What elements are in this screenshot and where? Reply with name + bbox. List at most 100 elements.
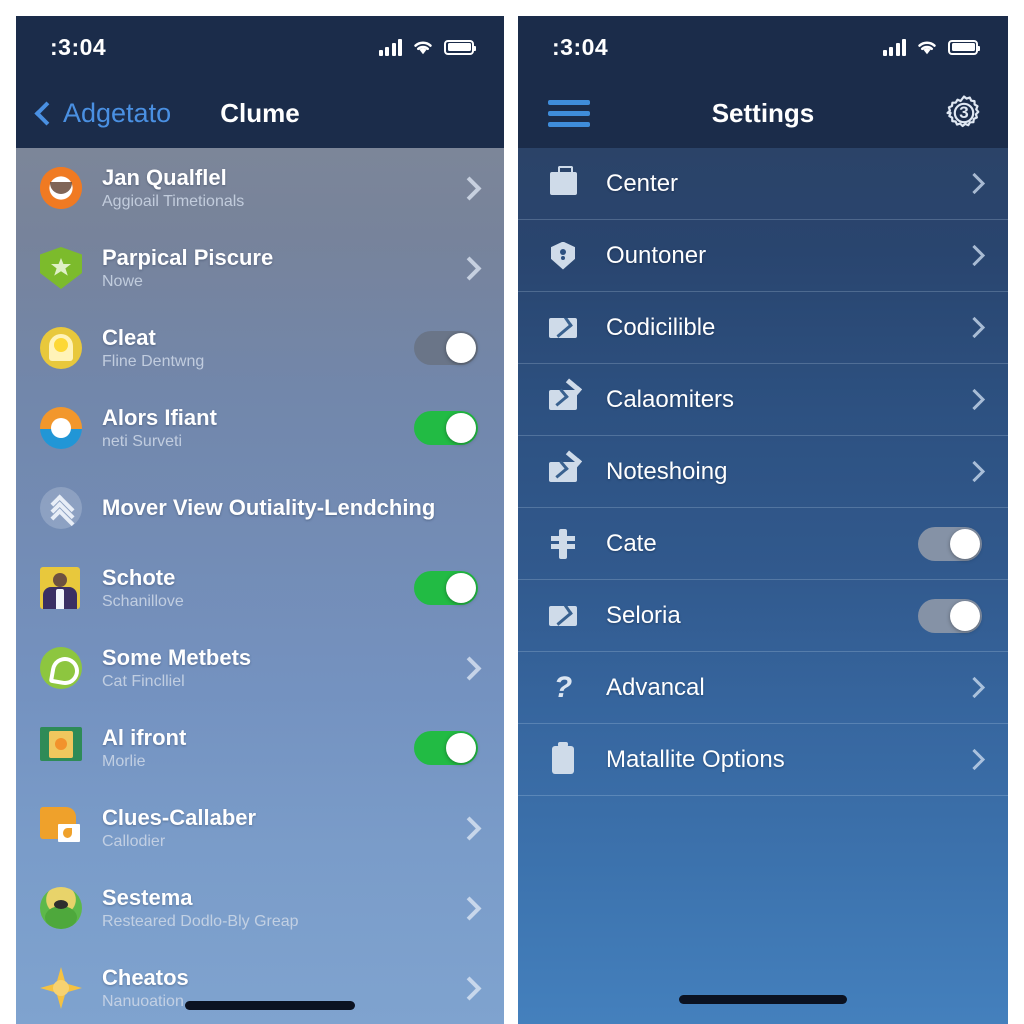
- chevron-right-icon: [963, 316, 986, 339]
- book-green-icon: [40, 727, 82, 769]
- list-item[interactable]: Cate: [518, 508, 1008, 580]
- left-status-bar: :3:04: [16, 16, 504, 78]
- chevron-right-icon: [457, 815, 482, 841]
- list-item[interactable]: Center: [518, 148, 1008, 220]
- list-item[interactable]: Noteshoing: [518, 436, 1008, 508]
- toggle-switch[interactable]: [918, 526, 982, 561]
- list-item[interactable]: Mover View Outiality-Lendching: [16, 468, 504, 548]
- right-list: Center Ountoner Codicilible Calaomiters: [518, 148, 1008, 1024]
- signal-icon: [378, 38, 402, 56]
- toggle-switch[interactable]: [414, 411, 478, 445]
- phone-green-icon: [40, 647, 82, 689]
- status-indicators: [882, 38, 980, 56]
- toggle-switch[interactable]: [918, 598, 982, 633]
- list-item[interactable]: Matallite Options: [518, 724, 1008, 796]
- list-item-title: Parpical Piscure: [102, 244, 274, 270]
- chevron-right-icon: [457, 175, 482, 201]
- right-status-bar: :3:04: [518, 16, 1008, 78]
- chevron-right-icon: [963, 388, 986, 411]
- list-item[interactable]: Calaomiters: [518, 364, 1008, 436]
- list-item-title: Mover View Outiality-Lendching: [102, 495, 436, 521]
- chevrons-up-icon: [40, 487, 82, 533]
- left-list: Jan Qualflel Aggioail Timetionals Parpic…: [16, 148, 504, 1024]
- list-item[interactable]: Cheatos Nanuoation: [16, 948, 504, 1024]
- list-item-subtitle: Cat Finclliel: [102, 672, 185, 690]
- list-item[interactable]: Cleat Fline Dentwng: [16, 308, 504, 388]
- gear-icon[interactable]: 3: [944, 93, 984, 133]
- home-indicator: [679, 995, 847, 1004]
- question-mark-icon: ?: [553, 670, 573, 704]
- list-item-text: Mover View Outiality-Lendching: [102, 495, 478, 520]
- key-icon: [548, 528, 578, 559]
- right-phone-screen: :3:04 Settings 3 Center Ountoner Codicil…: [518, 16, 1008, 1024]
- envelope-icon: [548, 601, 578, 631]
- list-item-label: Codicilible: [606, 313, 716, 341]
- list-item[interactable]: Al ifront Morlie: [16, 708, 504, 788]
- toggle-switch[interactable]: [414, 731, 478, 765]
- list-item-subtitle: Aggioail Timetionals: [102, 192, 245, 210]
- list-item[interactable]: Seloria: [518, 580, 1008, 652]
- list-item-title: Cleat: [102, 324, 156, 350]
- hamburger-icon[interactable]: [548, 99, 590, 127]
- list-item[interactable]: Jan Qualflel Aggioail Timetionals: [16, 148, 504, 228]
- status-indicators: [378, 38, 476, 56]
- list-item-title: Some Metbets: [102, 644, 252, 670]
- list-item[interactable]: Some Metbets Cat Finclliel: [16, 628, 504, 708]
- briefcase-icon: [548, 166, 578, 199]
- list-item-title: Cheatos: [102, 964, 189, 990]
- toggle-switch[interactable]: [414, 571, 478, 605]
- list-item-subtitle: Resteared Dodlo-Bly Greap: [102, 912, 299, 930]
- chevron-right-icon: [963, 244, 986, 267]
- list-item-text: Schote Schanillove: [102, 565, 402, 612]
- list-item-label: Center: [606, 169, 679, 197]
- list-item-subtitle: Schanillove: [102, 592, 184, 610]
- bug-green-icon: [40, 887, 82, 929]
- left-navbar: Adgetato Clume: [16, 78, 504, 148]
- right-navbar: Settings 3: [518, 78, 1008, 148]
- envelope-icon: [548, 313, 578, 343]
- list-item-text: Parpical Piscure Nowe: [102, 245, 449, 292]
- list-item-subtitle: Fline Dentwng: [102, 352, 205, 370]
- shield-lock-icon: [548, 241, 578, 271]
- battery-icon: [444, 39, 476, 55]
- list-item-title: Alors Ifiant: [102, 404, 217, 430]
- list-item[interactable]: Clues-Callaber Callodier: [16, 788, 504, 868]
- list-item-label: Calaomiters: [606, 385, 735, 413]
- back-button[interactable]: Adgetato: [34, 97, 172, 129]
- list-item-text: Clues-Callaber Callodier: [102, 805, 449, 852]
- status-time: :3:04: [552, 33, 609, 60]
- battery-icon: [948, 39, 980, 55]
- chevron-right-icon: [457, 255, 482, 281]
- left-phone-screen: :3:04 Adgetato Clume Jan Qualflel Aggioa…: [16, 16, 504, 1024]
- list-item-label: Matallite Options: [606, 745, 785, 773]
- envelope-check-icon: [548, 457, 578, 487]
- right-page-title: Settings: [711, 97, 815, 128]
- signal-icon: [882, 38, 906, 56]
- list-item-text: Some Metbets Cat Finclliel: [102, 645, 449, 692]
- home-indicator: [184, 1001, 355, 1010]
- list-item[interactable]: ? Advancal: [518, 652, 1008, 724]
- lamp-yellow-icon: [40, 327, 82, 369]
- screenshot-root: :3:04 Adgetato Clume Jan Qualflel Aggioa…: [0, 0, 1024, 1024]
- envelope-check-icon: [548, 385, 578, 415]
- chevron-left-icon: [34, 100, 59, 126]
- list-item-title: Clues-Callaber: [102, 804, 257, 830]
- list-item[interactable]: Schote Schanillove: [16, 548, 504, 628]
- list-item-title: Sestema: [102, 884, 193, 910]
- chevron-right-icon: [457, 655, 482, 681]
- chevron-right-icon: [963, 172, 986, 195]
- back-button-label: Adgetato: [63, 97, 172, 128]
- list-item[interactable]: Parpical Piscure Nowe: [16, 228, 504, 308]
- status-time: :3:04: [50, 33, 107, 60]
- list-item-subtitle: Morlie: [102, 752, 146, 770]
- list-item[interactable]: Ountoner: [518, 220, 1008, 292]
- toggle-switch[interactable]: [414, 331, 478, 365]
- chevron-right-icon: [963, 676, 986, 699]
- list-item-subtitle: neti Surveti: [102, 432, 183, 450]
- list-item[interactable]: Codicilible: [518, 292, 1008, 364]
- avatar-orange-icon: [40, 167, 82, 209]
- list-item[interactable]: Alors Ifiant neti Surveti: [16, 388, 504, 468]
- list-item-text: Sestema Resteared Dodlo-Bly Greap: [102, 885, 449, 932]
- list-item[interactable]: Sestema Resteared Dodlo-Bly Greap: [16, 868, 504, 948]
- list-item-title: Al ifront: [102, 724, 187, 750]
